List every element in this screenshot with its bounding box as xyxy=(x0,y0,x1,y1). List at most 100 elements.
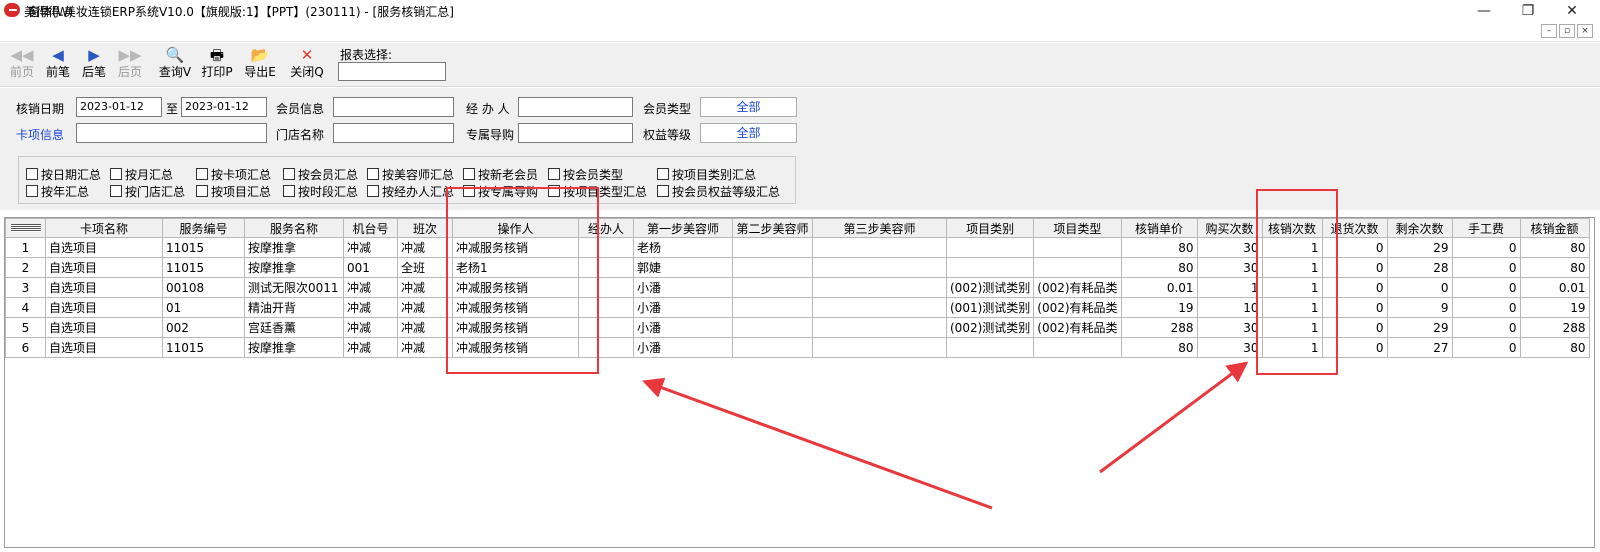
table-cell[interactable]: 冲减 xyxy=(343,317,398,338)
table-cell[interactable]: (002)有耗品类 xyxy=(1033,317,1122,338)
table-cell[interactable]: 002 xyxy=(162,317,245,338)
table-cell[interactable]: 冲减 xyxy=(343,337,398,358)
checkbox-by-month[interactable]: 按月汇总 xyxy=(110,166,173,183)
table-cell[interactable]: 0 xyxy=(1451,277,1521,298)
table-cell[interactable]: 29 xyxy=(1386,237,1453,258)
table-cell[interactable]: 0 xyxy=(1451,297,1521,318)
minimize-button[interactable]: — xyxy=(1464,1,1504,21)
table-cell[interactable]: 冲减 xyxy=(343,297,398,318)
checkbox-rights-level[interactable]: 按会员权益等级汇总 xyxy=(657,183,780,200)
table-cell[interactable] xyxy=(812,317,947,338)
table-cell[interactable]: 0 xyxy=(1451,257,1521,278)
table-cell[interactable]: 11015 xyxy=(162,237,245,258)
table-cell[interactable]: 冲减 xyxy=(397,237,453,258)
prev-record-button[interactable]: ◀ 前笔 xyxy=(38,45,78,85)
close-window-button[interactable]: ✕ xyxy=(1552,1,1592,21)
table-cell[interactable]: 冲减 xyxy=(397,317,453,338)
table-cell[interactable]: 按摩推拿 xyxy=(244,337,344,358)
table-cell[interactable]: 30 xyxy=(1196,237,1263,258)
table-cell[interactable]: (002)测试类别 xyxy=(945,277,1035,298)
table-cell[interactable]: 老杨 xyxy=(633,237,733,258)
column-header[interactable]: 第三步美容师 xyxy=(812,218,947,238)
table-cell[interactable]: 80 xyxy=(1519,337,1590,358)
store-name-input[interactable] xyxy=(333,123,454,143)
column-header[interactable]: 项目类别 xyxy=(945,218,1035,238)
table-cell[interactable]: 30 xyxy=(1196,317,1263,338)
print-button[interactable]: 🖶 打印P xyxy=(197,45,237,85)
export-button[interactable]: 📂 导出E xyxy=(240,45,280,85)
card-info-input[interactable] xyxy=(76,123,267,143)
column-header[interactable]: 手工费 xyxy=(1451,218,1521,238)
table-cell[interactable]: 自选项目 xyxy=(45,297,163,318)
close-button[interactable]: ✕ 关闭Q xyxy=(287,45,327,85)
table-row[interactable]: 2 自选项目 11015 按摩推拿 001 全班 老杨1 郭婕 80 30 1 0 28 0 80 xyxy=(5,257,1590,278)
table-cell[interactable] xyxy=(812,257,947,278)
checkbox-by-item[interactable]: 按项目汇总 xyxy=(196,183,271,200)
table-cell[interactable]: 郭婕 xyxy=(633,257,733,278)
table-cell[interactable]: (001)测试类别 xyxy=(945,297,1035,318)
table-cell[interactable]: 80 xyxy=(1120,257,1198,278)
table-cell[interactable]: 测试无限次0011 xyxy=(244,277,344,298)
column-header[interactable]: 服务编号 xyxy=(162,218,245,238)
table-cell[interactable]: 10 xyxy=(1196,297,1263,318)
column-header[interactable]: 购买次数 xyxy=(1196,218,1263,238)
table-cell[interactable]: 288 xyxy=(1519,317,1590,338)
table-cell[interactable]: 宫廷香薰 xyxy=(244,317,344,338)
table-cell[interactable]: 30 xyxy=(1196,337,1263,358)
table-cell[interactable] xyxy=(1033,237,1122,258)
table-cell[interactable]: 冲减 xyxy=(343,237,398,258)
table-cell[interactable]: 1 xyxy=(1196,277,1263,298)
checkbox-new-old-member[interactable]: 按新老会员 xyxy=(463,166,538,183)
table-cell[interactable] xyxy=(945,237,1035,258)
table-cell[interactable]: 30 xyxy=(1196,257,1263,278)
table-cell[interactable] xyxy=(732,237,813,258)
table-cell[interactable]: 9 xyxy=(1386,297,1453,318)
column-header[interactable]: 剩余次数 xyxy=(1386,218,1453,238)
table-cell[interactable]: 冲减 xyxy=(397,277,453,298)
table-cell[interactable]: 0.01 xyxy=(1120,277,1198,298)
table-cell[interactable]: 288 xyxy=(1120,317,1198,338)
checkbox-by-member[interactable]: 按会员汇总 xyxy=(283,166,358,183)
table-cell[interactable]: 80 xyxy=(1120,237,1198,258)
table-cell[interactable]: 27 xyxy=(1386,337,1453,358)
table-cell[interactable]: 19 xyxy=(1519,297,1590,318)
table-cell[interactable]: 自选项目 xyxy=(45,277,163,298)
maximize-button[interactable]: ❐ xyxy=(1508,1,1548,21)
table-row[interactable]: 1 自选项目 11015 按摩推拿 冲减 冲减 冲减服务核销 老杨 80 30 1 0 29 0 80 xyxy=(5,237,1590,258)
checkbox-by-beautician[interactable]: 按美容师汇总 xyxy=(367,166,454,183)
column-header[interactable]: 项目类型 xyxy=(1033,218,1122,238)
guide-input[interactable] xyxy=(518,123,633,143)
checkbox-by-date[interactable]: 按日期汇总 xyxy=(26,166,101,183)
table-row[interactable]: 6 自选项目 11015 按摩推拿 冲减 冲减 冲减服务核销 小潘 80 30 1 0 27 0 80 xyxy=(5,337,1590,358)
table-cell[interactable] xyxy=(812,297,947,318)
checkbox-by-period[interactable]: 按时段汇总 xyxy=(283,183,358,200)
checkbox-by-handler[interactable]: 按经办人汇总 xyxy=(367,183,454,200)
card-info-label[interactable]: 卡项信息 xyxy=(16,126,64,143)
checkbox-by-year[interactable]: 按年汇总 xyxy=(26,183,89,200)
member-info-input[interactable] xyxy=(333,97,454,117)
table-cell[interactable]: 冲减 xyxy=(397,297,453,318)
table-cell[interactable] xyxy=(1033,337,1122,358)
data-grid[interactable]: 卡项名称 服务编号 服务名称 机台号 班次 操作人 经办人 第一步美容师 第二步… xyxy=(4,217,1595,548)
table-cell[interactable]: 自选项目 xyxy=(45,237,163,258)
last-page-button[interactable]: ▶▶ 后页 xyxy=(110,45,150,85)
table-cell[interactable]: 11015 xyxy=(162,337,245,358)
table-cell[interactable] xyxy=(732,317,813,338)
table-cell[interactable]: 小潘 xyxy=(633,317,733,338)
table-cell[interactable] xyxy=(732,257,813,278)
table-cell[interactable]: 01 xyxy=(162,297,245,318)
table-cell[interactable] xyxy=(732,297,813,318)
column-header[interactable]: 卡项名称 xyxy=(45,218,163,238)
table-cell[interactable]: 精油开背 xyxy=(244,297,344,318)
table-cell[interactable]: 冲减 xyxy=(397,337,453,358)
table-cell[interactable] xyxy=(945,257,1035,278)
table-cell[interactable] xyxy=(945,337,1035,358)
row-number-header[interactable] xyxy=(5,218,46,238)
date-to-input[interactable]: 2023-01-12 xyxy=(181,97,267,117)
table-cell[interactable]: 00108 xyxy=(162,277,245,298)
column-header[interactable]: 核销单价 xyxy=(1120,218,1198,238)
table-cell[interactable]: 自选项目 xyxy=(45,257,163,278)
table-cell[interactable]: (002)有耗品类 xyxy=(1033,277,1122,298)
mdi-close-button[interactable]: × xyxy=(1577,24,1593,38)
checkbox-member-type[interactable]: 按会员类型 xyxy=(548,166,623,183)
